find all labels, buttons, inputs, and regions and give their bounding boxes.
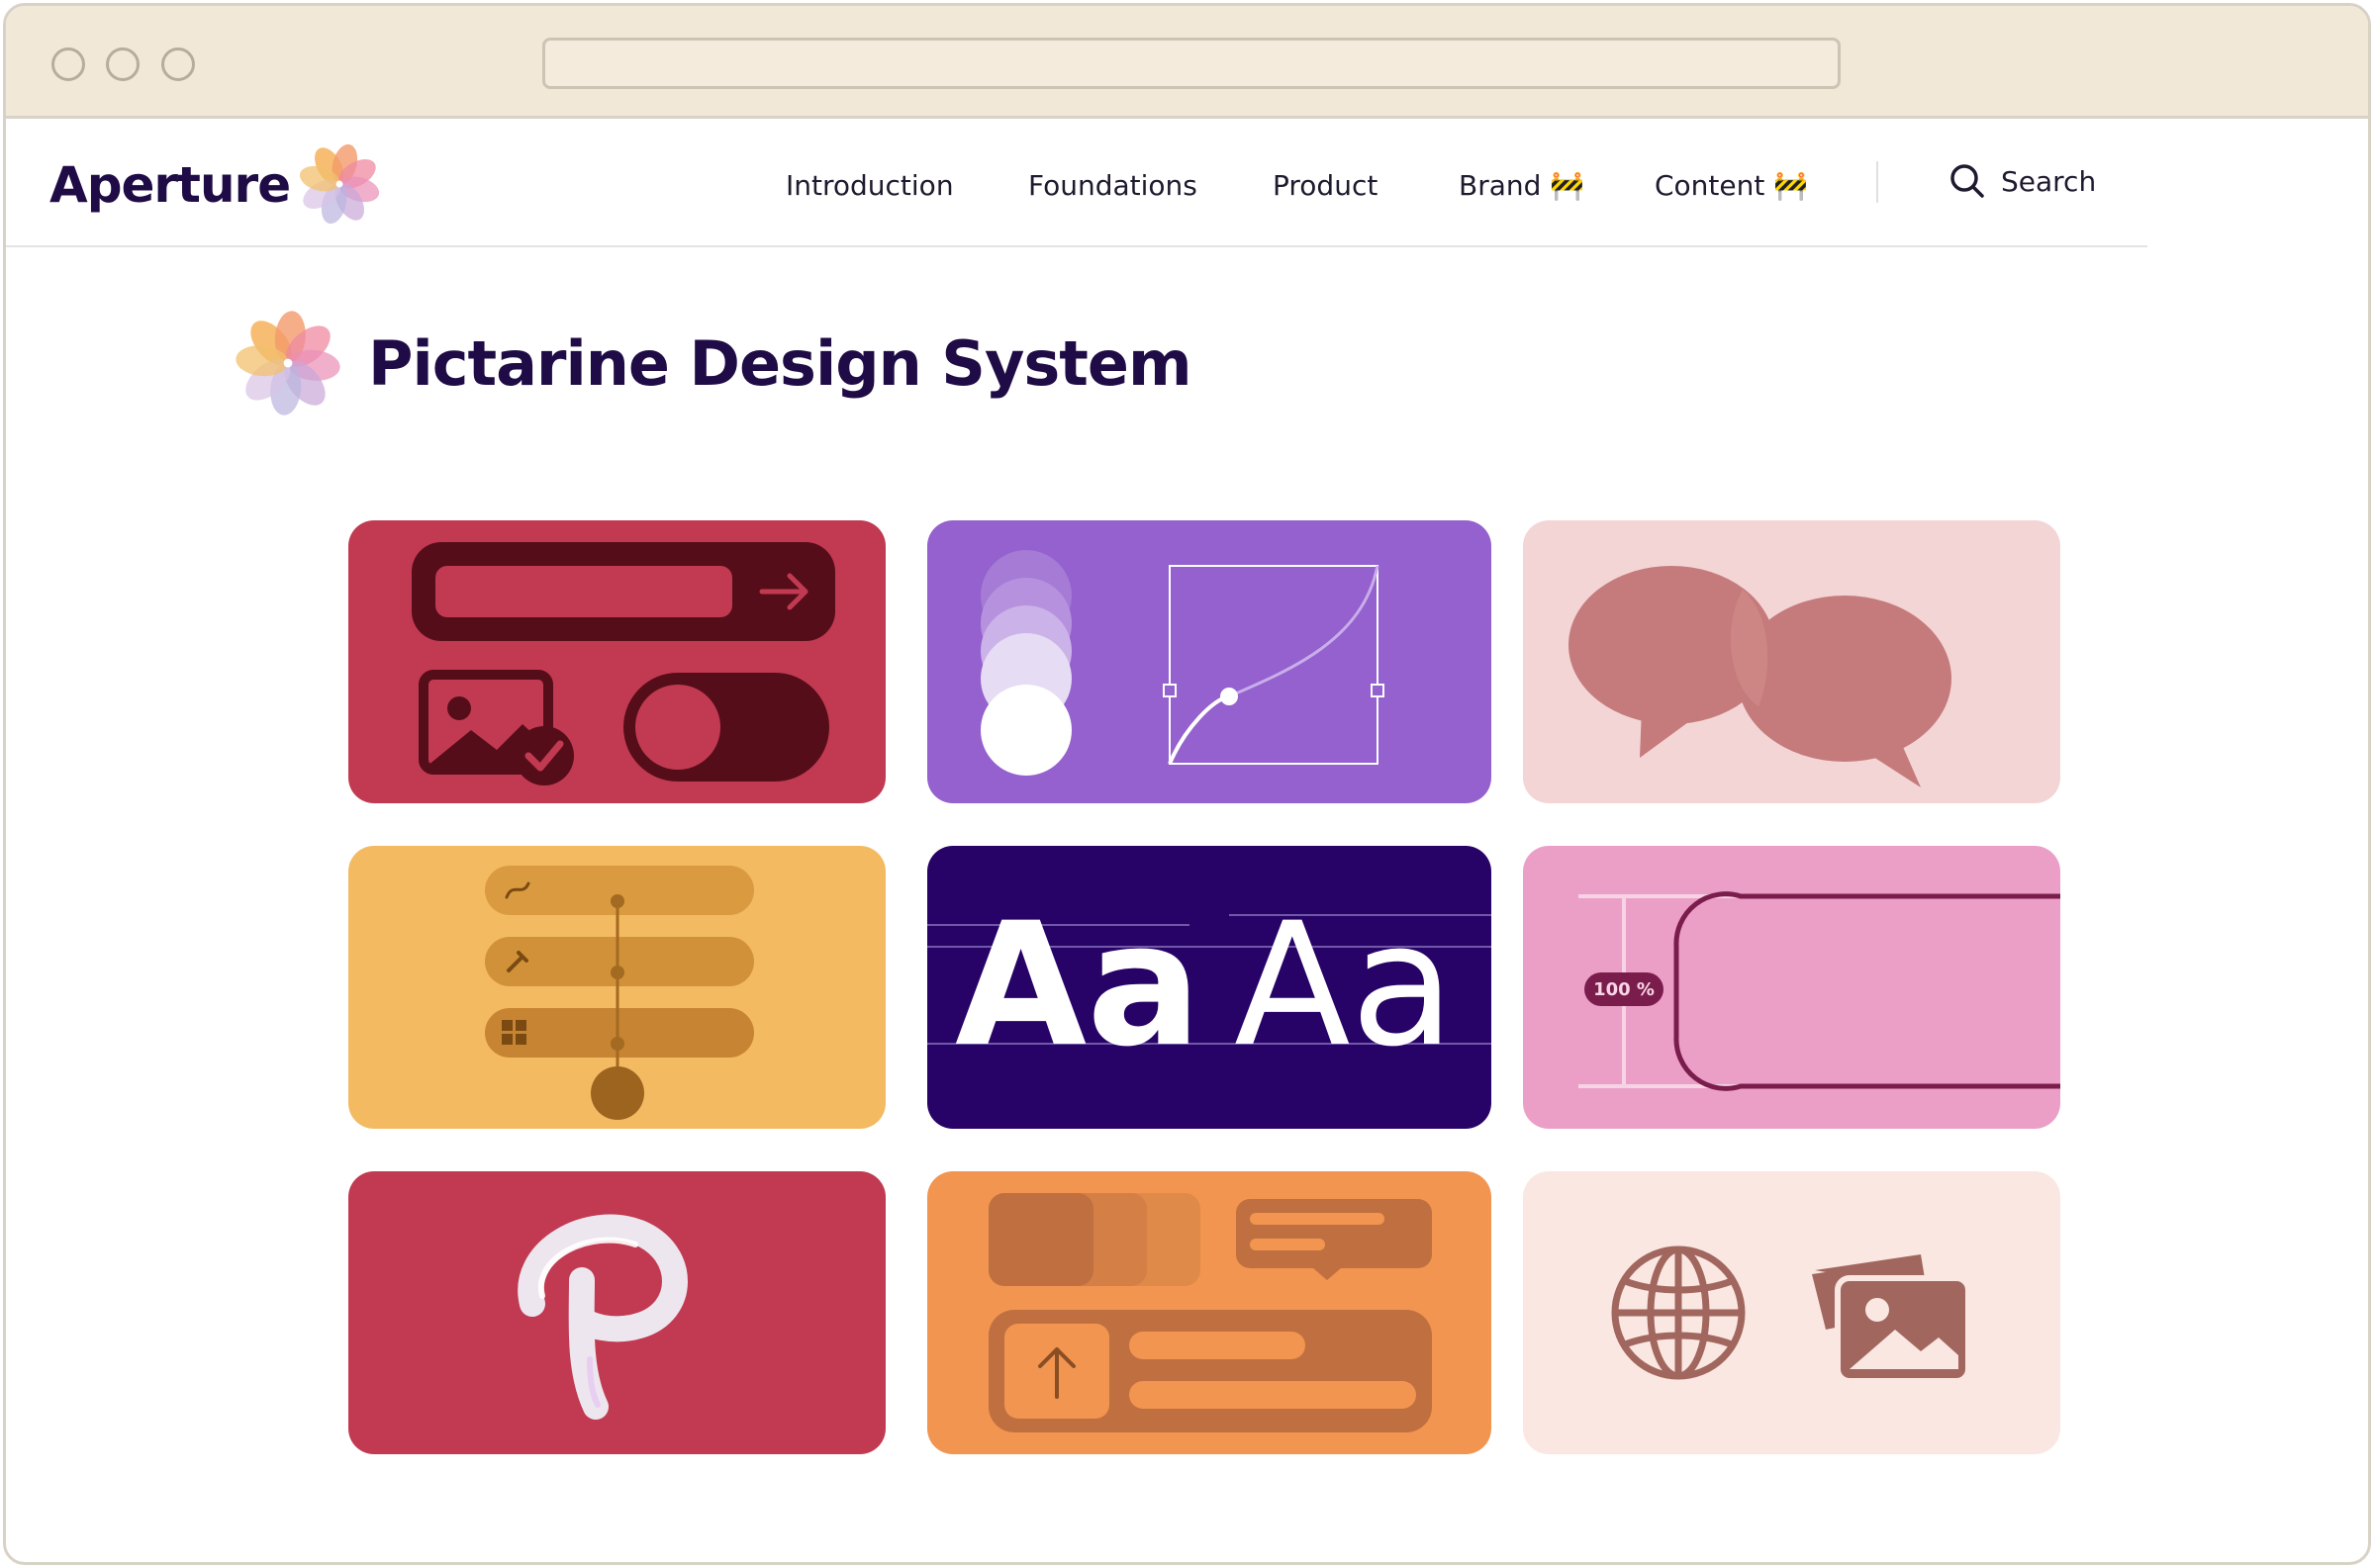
typography-illustration-icon: Aa Aa <box>927 846 1491 1129</box>
layout-spacing-illustration-icon: 100 % <box>1523 846 2060 1129</box>
nav-link-introduction[interactable]: Introduction <box>786 169 954 202</box>
page-heading: Pictarine Design System <box>234 309 1192 417</box>
nav-link-product[interactable]: Product <box>1273 169 1378 202</box>
nav-link-brand[interactable]: Brand 🚧 <box>1459 169 1584 202</box>
nav-divider <box>1876 161 1878 203</box>
workflow-steps-illustration-icon <box>348 846 886 1129</box>
card-layout[interactable]: 100 % <box>1523 846 2060 1129</box>
card-typography[interactable]: Aa Aa <box>927 846 1491 1129</box>
search-button[interactable]: Search <box>1948 161 2096 201</box>
card-patterns[interactable] <box>348 846 886 1129</box>
card-logo[interactable] <box>348 1171 886 1454</box>
card-voice-and-tone[interactable] <box>1523 520 2060 803</box>
nav-link-content[interactable]: Content 🚧 <box>1655 169 1808 202</box>
speech-bubbles-icon <box>1523 520 2060 803</box>
search-icon <box>1950 164 1984 198</box>
aperture-flower-logo-icon <box>299 143 380 225</box>
card-illustrations[interactable] <box>1523 1171 2060 1454</box>
typography-sample-regular: Aa <box>1234 885 1455 1084</box>
typography-sample-bold: Aa <box>955 885 1201 1084</box>
window-close-button[interactable] <box>51 47 85 81</box>
card-motion[interactable] <box>927 520 1491 803</box>
brand-home-link[interactable]: Aperture <box>49 143 380 225</box>
page-title: Pictarine Design System <box>368 326 1192 400</box>
brand-name: Aperture <box>49 156 291 214</box>
aperture-flower-logo-icon <box>236 311 340 415</box>
browser-title-bar <box>6 6 2368 119</box>
address-bar[interactable] <box>542 38 1841 89</box>
layout-percent-badge: 100 % <box>1593 979 1655 1000</box>
card-components[interactable] <box>348 520 886 803</box>
components-illustration-icon <box>348 520 886 803</box>
easing-curve-illustration-icon <box>927 520 1491 803</box>
search-label: Search <box>2001 164 2097 198</box>
window-maximize-button[interactable] <box>161 47 195 81</box>
nav-link-foundations[interactable]: Foundations <box>1028 169 1197 202</box>
card-ui-elements[interactable] <box>927 1171 1491 1454</box>
upload-ui-illustration-icon <box>927 1171 1491 1454</box>
globe-and-images-icon <box>1523 1171 2060 1454</box>
p-logo-illustration-icon <box>348 1171 886 1454</box>
site-header: Aperture Introduction Foundations Produc… <box>6 122 2147 247</box>
window-minimize-button[interactable] <box>106 47 140 81</box>
